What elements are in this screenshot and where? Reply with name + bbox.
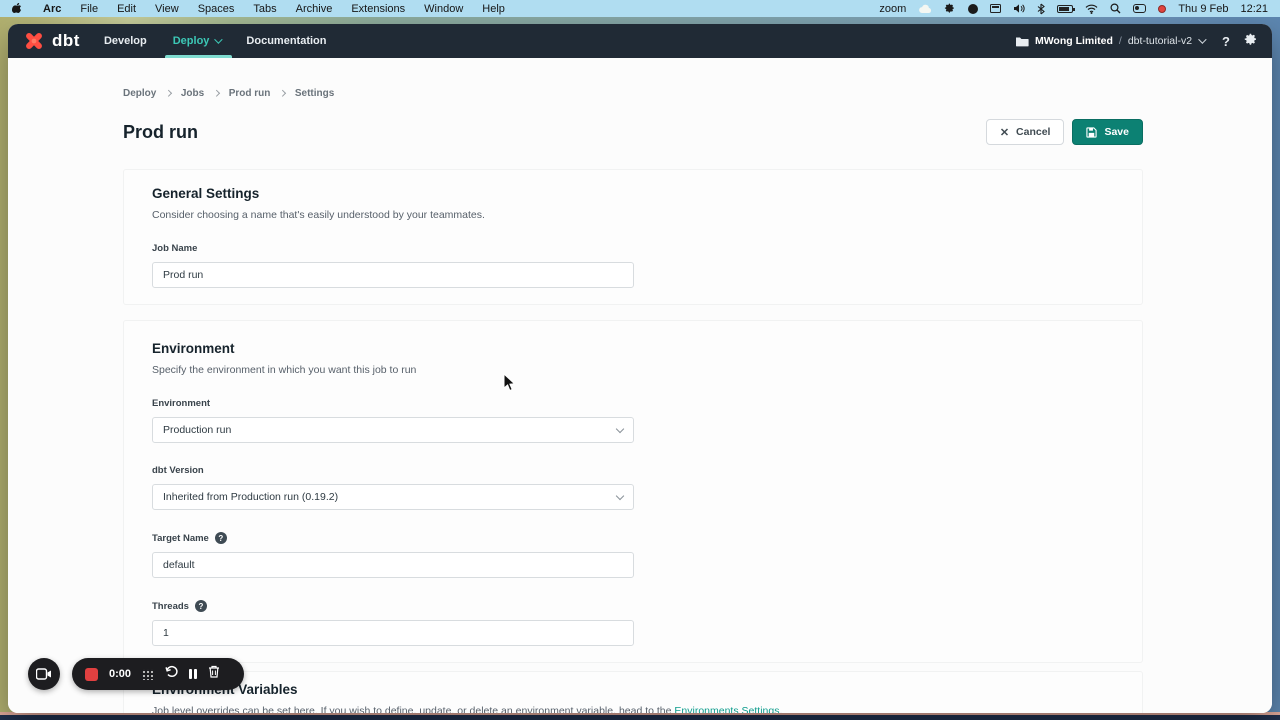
environments-settings-link[interactable]: Environments Settings	[674, 705, 779, 713]
app-window-icon[interactable]	[990, 4, 1001, 13]
environment-card: Environment Specify the environment in w…	[123, 320, 1143, 663]
stop-recording-button[interactable]	[85, 668, 98, 681]
breadcrumb-deploy[interactable]: Deploy	[123, 88, 156, 99]
battery-icon[interactable]	[1057, 5, 1073, 13]
dbt-navbar: dbt Develop Deploy Documentation MWong L…	[8, 24, 1272, 58]
account-project-selector[interactable]: MWong Limited / dbt-tutorial-v2	[1015, 35, 1204, 47]
gear-menu-icon[interactable]	[944, 2, 956, 15]
breadcrumb: Deploy Jobs Prod run Settings	[123, 88, 1143, 99]
menubar-time: 12:21	[1240, 3, 1268, 15]
trash-icon	[208, 665, 220, 678]
environment-variables-description: Job level overrides can be set here. If …	[152, 705, 1114, 713]
general-settings-card: General Settings Consider choosing a nam…	[123, 169, 1143, 305]
menubar-item-spaces[interactable]: Spaces	[198, 3, 235, 15]
job-name-input[interactable]	[152, 262, 634, 288]
menubar-item-tabs[interactable]: Tabs	[253, 3, 276, 15]
chevron-down-icon	[215, 35, 223, 43]
delete-recording-button[interactable]	[208, 665, 220, 683]
cloud-icon[interactable]	[918, 2, 932, 15]
target-name-help-icon[interactable]: ?	[215, 532, 227, 544]
volume-icon[interactable]	[1013, 2, 1025, 15]
active-tab-underline	[165, 55, 233, 58]
target-name-input[interactable]	[152, 552, 634, 578]
restart-recording-button[interactable]	[164, 665, 178, 683]
recording-timer: 0:00	[109, 668, 131, 680]
chevron-right-icon	[279, 90, 285, 96]
save-disk-icon	[1086, 127, 1097, 138]
desktop-wallpaper-edge	[0, 712, 1280, 720]
drag-handle-icon[interactable]	[142, 669, 153, 680]
breadcrumb-jobs[interactable]: Jobs	[181, 88, 204, 99]
folder-icon	[1015, 36, 1029, 47]
dbt-logo-icon	[22, 29, 46, 53]
zoom-app-label[interactable]: zoom	[879, 3, 906, 15]
apple-menu-icon[interactable]	[12, 2, 24, 15]
job-name-label: Job Name	[152, 243, 1114, 254]
dbt-version-select[interactable]: Inherited from Production run (0.19.2)	[152, 484, 634, 510]
threads-label: Threads	[152, 601, 189, 612]
chevron-down-icon	[616, 491, 624, 499]
pause-recording-button[interactable]	[189, 669, 197, 679]
dbt-logo-text: dbt	[52, 31, 80, 51]
settings-gear-button[interactable]	[1244, 33, 1258, 50]
dbt-version-label: dbt Version	[152, 465, 1114, 476]
recorder-controls-pill: 0:00	[72, 658, 244, 690]
control-center-icon[interactable]	[1133, 4, 1146, 13]
menubar-item-view[interactable]: View	[155, 3, 179, 15]
threads-input[interactable]	[152, 620, 634, 646]
menubar-item-help[interactable]: Help	[482, 3, 505, 15]
close-icon: ✕	[1000, 126, 1009, 139]
threads-help-icon[interactable]: ?	[195, 600, 207, 612]
chevron-right-icon	[213, 90, 219, 96]
project-name: dbt-tutorial-v2	[1128, 35, 1192, 47]
account-name: MWong Limited	[1035, 35, 1113, 47]
nav-item-deploy[interactable]: Deploy	[173, 24, 221, 58]
camera-toggle-button[interactable]	[28, 658, 60, 690]
breadcrumb-prod-run[interactable]: Prod run	[229, 88, 271, 99]
nav-item-develop[interactable]: Develop	[104, 24, 147, 58]
nav-item-documentation[interactable]: Documentation	[246, 24, 326, 58]
menubar-item-file[interactable]: File	[80, 3, 98, 15]
chevron-right-icon	[165, 90, 171, 96]
general-settings-description: Consider choosing a name that's easily u…	[152, 209, 1114, 221]
chevron-down-icon	[1198, 35, 1206, 43]
menubar-item-window[interactable]: Window	[424, 3, 463, 15]
macos-menubar: Arc File Edit View Spaces Tabs Archive E…	[0, 0, 1280, 17]
account-separator: /	[1119, 35, 1122, 47]
spotlight-search-icon[interactable]	[1110, 2, 1121, 15]
browser-window: dbt Develop Deploy Documentation MWong L…	[8, 24, 1272, 713]
page-title: Prod run	[123, 122, 198, 143]
bluetooth-icon[interactable]	[1037, 2, 1045, 15]
section-title-environment: Environment	[152, 341, 1114, 356]
environment-variables-card: Environment Variables Job level override…	[123, 671, 1143, 713]
breadcrumb-settings: Settings	[295, 88, 334, 99]
recording-status-icon[interactable]	[1158, 5, 1166, 13]
environment-select-label: Environment	[152, 398, 1114, 409]
help-button[interactable]: ?	[1222, 34, 1230, 49]
section-title-environment-variables: Environment Variables	[152, 682, 1114, 697]
save-button[interactable]: Save	[1072, 119, 1143, 145]
menubar-item-extensions[interactable]: Extensions	[351, 3, 405, 15]
chevron-down-icon	[616, 424, 624, 432]
dbt-logo[interactable]: dbt	[22, 29, 80, 53]
menubar-item-archive[interactable]: Archive	[296, 3, 333, 15]
menubar-date: Thu 9 Feb	[1178, 3, 1228, 15]
page-content: Deploy Jobs Prod run Settings Prod run ✕…	[8, 58, 1272, 713]
menubar-item-edit[interactable]: Edit	[117, 3, 136, 15]
wifi-icon[interactable]	[1085, 2, 1098, 15]
cancel-button[interactable]: ✕ Cancel	[986, 119, 1065, 145]
target-name-label: Target Name	[152, 533, 209, 544]
environment-description: Specify the environment in which you wan…	[152, 364, 1114, 376]
gear-icon	[1244, 33, 1258, 47]
video-camera-icon	[36, 668, 52, 680]
section-title-general-settings: General Settings	[152, 186, 1114, 201]
undo-arrow-icon	[164, 665, 178, 678]
environment-select[interactable]: Production run	[152, 417, 634, 443]
menubar-app-name[interactable]: Arc	[43, 3, 61, 15]
clock-icon[interactable]	[968, 4, 978, 14]
screen-recorder-toolbar: 0:00	[28, 658, 244, 690]
